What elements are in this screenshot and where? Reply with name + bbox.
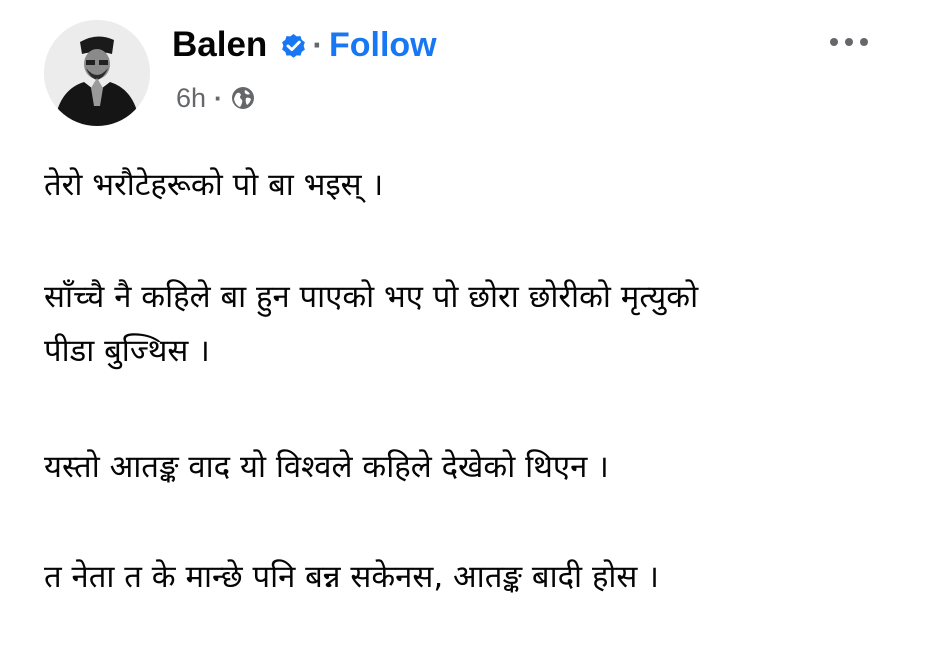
post-paragraph: साँच्चै नै कहिले बा हुन पाएको भए पो छोरा… [44, 270, 698, 378]
post-paragraph: तेरो भरौटेहरूको पो बा भइस् । [44, 158, 383, 212]
post-text-line: यस्तो आतङ्क वाद यो विश्वले कहिले देखेको … [44, 449, 609, 485]
post-paragraph: त नेता त के मान्छे पनि बन्न सकेनस, आतङ्क… [44, 550, 659, 604]
author-row: Balen · Follow [172, 22, 437, 68]
facebook-post: Balen · Follow 6h · तेरो भरौटेहरूको पो ब… [0, 0, 942, 646]
timestamp-separator: · [214, 82, 223, 113]
post-text-line: त नेता त के मान्छे पनि बन्न सकेनस, आतङ्क… [44, 559, 659, 595]
post-body: तेरो भरौटेहरूको पो बा भइस् । साँच्चै नै … [44, 150, 934, 630]
more-options-button[interactable] [814, 24, 884, 60]
post-text-line: तेरो भरौटेहरूको पो बा भइस् । [44, 167, 384, 203]
more-options-icon [830, 38, 868, 46]
avatar-photo [44, 20, 150, 126]
post-header: Balen · Follow 6h · [44, 20, 904, 130]
post-text-line: साँच्चै नै कहिले बा हुन पाएको भए पो छोरा… [44, 279, 699, 315]
follow-button[interactable]: Follow [329, 26, 437, 65]
post-meta: Balen · Follow 6h · [172, 20, 772, 126]
post-text-line: पीडा बुज्थिस । [44, 333, 210, 369]
timestamp-row: 6h · [176, 78, 255, 118]
name-separator: · [312, 26, 323, 63]
verified-badge-icon [279, 31, 308, 60]
author-avatar[interactable] [44, 20, 150, 126]
globe-icon[interactable] [231, 86, 255, 110]
author-name[interactable]: Balen [172, 25, 267, 65]
post-paragraph: यस्तो आतङ्क वाद यो विश्वले कहिले देखेको … [44, 440, 609, 494]
post-timestamp[interactable]: 6h [176, 83, 206, 114]
